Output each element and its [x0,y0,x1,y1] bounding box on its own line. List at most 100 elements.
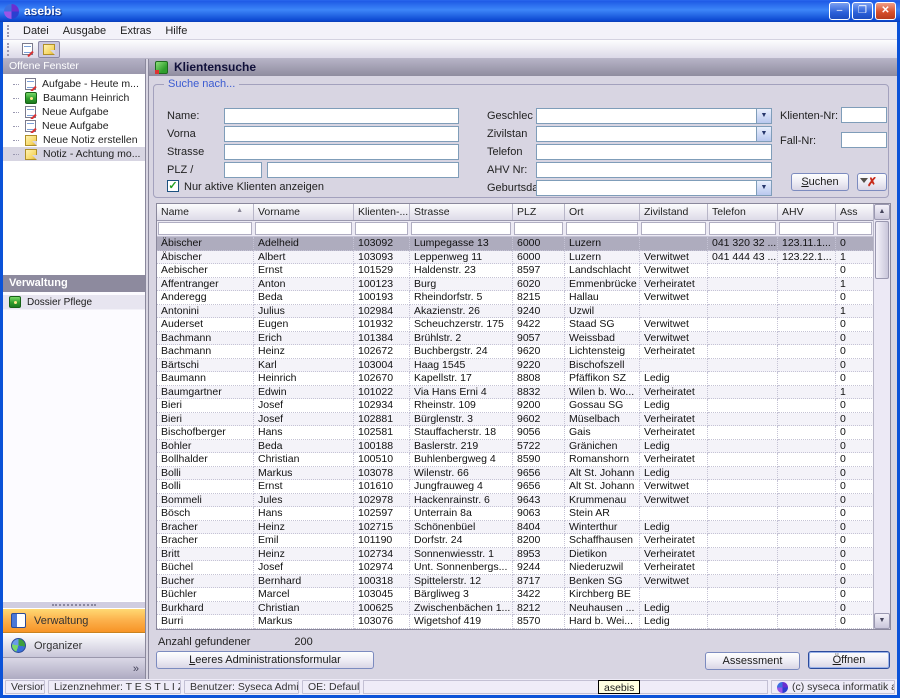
geburtsdatum-select[interactable]: ▼ [536,180,772,196]
ahv-input[interactable] [536,162,772,178]
nav-overflow-button[interactable]: » [3,658,145,679]
suchen-button[interactable]: Suchen [791,173,849,191]
menu-extras[interactable]: Extras [113,23,158,39]
sidebar-item-dossier-pflege[interactable]: Dossier Pflege [3,295,145,310]
sidebar-splitter[interactable] [3,601,145,608]
table-row[interactable]: AffentrangerAnton100123Burg6020Emmenbrüc… [157,278,873,292]
nav-verwaltung-button[interactable]: Verwaltung [3,608,145,633]
titlebar[interactable]: asebis – ❐ ✕ [0,0,900,22]
clear-search-button[interactable]: ✗ [857,173,887,191]
table-row[interactable]: ÄbischerAlbert103093Leppenweg 116000Luze… [157,251,873,265]
table-row[interactable]: AntoniniJulius102984Akazienstr. 269240Uz… [157,305,873,319]
column-header-name[interactable]: Name▲ [157,204,254,220]
klientennr-input[interactable] [841,107,887,123]
table-row[interactable]: BurriMarkus103076Wigetshof 4198570Hard b… [157,615,873,629]
filter-cell[interactable] [513,221,565,236]
column-header-ahv[interactable]: AHV [778,204,836,220]
filter-cell[interactable] [778,221,836,236]
column-header-zivilstand[interactable]: Zivilstand [640,204,708,220]
table-row[interactable]: BüchlerMarcel103045Bärgliweg 33422Kirchb… [157,588,873,602]
column-header-telefon[interactable]: Telefon [708,204,778,220]
column-header-ass[interactable]: Ass [836,204,873,220]
scrollbar-track[interactable] [874,280,890,613]
zivilstand-select[interactable]: ▼ [536,126,772,142]
table-row[interactable]: BolliErnst101610Jungfrauweg 49656Alt St.… [157,480,873,494]
table-row[interactable]: BischofbergerHans102581Stauffacherstr. 1… [157,426,873,440]
plz-input[interactable] [224,162,262,178]
table-row[interactable]: BachmannErich101384Brühlstr. 29057Weissb… [157,332,873,346]
chevron-down-icon[interactable]: ▼ [756,109,771,123]
leeres-administrationsformular-button[interactable]: Leeres Administrationsformular [156,651,374,669]
table-row[interactable]: BärtschiKarl103004Haag 15459220Bischofsz… [157,359,873,373]
menu-ausgabe[interactable]: Ausgabe [56,23,113,39]
table-row[interactable]: BucherBernhard100318Spittelerstr. 128717… [157,575,873,589]
filter-cell[interactable] [565,221,640,236]
table-row[interactable]: AudersetEugen101932Scheuchzerstr. 175942… [157,318,873,332]
geschlecht-select[interactable]: ▼ [536,108,772,124]
column-header-strasse[interactable]: Strasse [410,204,513,220]
column-header-ort[interactable]: Ort [565,204,640,220]
open-window-item[interactable]: Notiz - Achtung mo... [3,147,145,161]
filter-cell[interactable] [254,221,354,236]
open-windows-list: Aufgabe - Heute m...Baumann HeinrichNeue… [3,74,145,174]
table-cell [778,345,836,359]
table-row[interactable]: BurkhardChristian100625Zwischenbächen 1.… [157,602,873,616]
table-row[interactable]: BracherHeinz102715Schönenbüel8404Wintert… [157,521,873,535]
table-row[interactable]: BohlerBeda100188Baslerstr. 2195722Gränic… [157,440,873,454]
table-row[interactable]: BieriJosef102934Rheinstr. 1099200Gossau … [157,399,873,413]
table-row[interactable]: BüchelJosef102974Unt. Sonnenbergs...9244… [157,561,873,575]
table-row[interactable]: BaumannHeinrich102670Kapellstr. 178808Pf… [157,372,873,386]
chevron-down-icon[interactable]: ▼ [756,181,771,195]
column-header-plz[interactable]: PLZ [513,204,565,220]
table-row[interactable]: BommeliJules102978Hackenrainstr. 69643Kr… [157,494,873,508]
scroll-down-icon[interactable]: ▼ [874,613,890,629]
table-row[interactable]: BachmannHeinz102672Buchbergstr. 249620Li… [157,345,873,359]
name-input[interactable] [224,108,459,124]
table-row[interactable]: BöschHans102597Unterrain 8a9063Stein AR0 [157,507,873,521]
close-button[interactable]: ✕ [875,2,896,20]
scroll-up-icon[interactable]: ▲ [874,204,890,220]
strasse-input[interactable] [224,144,459,160]
filter-cell[interactable] [836,221,873,236]
open-window-item[interactable]: Neue Aufgabe [3,119,145,133]
vorname-input[interactable] [224,126,459,142]
table-row[interactable]: ÄbischerAdelheid103092Lumpegasse 136000L… [157,237,873,251]
table-cell: 9057 [513,332,565,346]
table-row[interactable]: BollhalderChristian100510Buhlenbergweg 4… [157,453,873,467]
column-header-klienten[interactable]: Klienten-... [354,204,410,220]
fallnr-input[interactable] [841,132,887,148]
minimize-button[interactable]: – [829,2,850,20]
vertical-scrollbar[interactable]: ▲ ▼ [873,204,890,629]
chevron-down-icon[interactable]: ▼ [756,127,771,141]
nav-organizer-button[interactable]: Organizer [3,633,145,658]
new-task-button[interactable] [16,41,38,58]
table-row[interactable]: BieriJosef102881Bürglenstr. 39602Müselba… [157,413,873,427]
open-window-item[interactable]: Baumann Heinrich [3,91,145,105]
table-cell: Verwitwet [640,575,708,589]
table-row[interactable]: BracherEmil101190Dorfstr. 248200Schaffha… [157,534,873,548]
menu-hilfe[interactable]: Hilfe [158,23,194,39]
filter-cell[interactable] [354,221,410,236]
table-row[interactable]: AndereggBeda100193Rheindorfstr. 58215Hal… [157,291,873,305]
oeffnen-button[interactable]: Öffnen [808,651,890,669]
table-row[interactable]: BolliMarkus103078Wilenstr. 669656Alt St.… [157,467,873,481]
open-window-item[interactable]: Aufgabe - Heute m... [3,77,145,91]
filter-cell[interactable] [640,221,708,236]
assessment-button[interactable]: Assessment [705,652,800,670]
active-clients-checkbox[interactable]: ✓ [167,180,179,192]
open-window-item[interactable]: Neue Notiz erstellen [3,133,145,147]
filter-cell[interactable] [708,221,778,236]
table-row[interactable]: AebischerErnst101529Haldenstr. 238597Lan… [157,264,873,278]
table-row[interactable]: BrittHeinz102734Sonnenwiesstr. 18953Diet… [157,548,873,562]
filter-cell[interactable] [410,221,513,236]
menu-datei[interactable]: Datei [16,23,56,39]
scrollbar-thumb[interactable] [875,221,889,279]
column-header-vorname[interactable]: Vorname [254,204,354,220]
filter-cell[interactable] [157,221,254,236]
telefon-input[interactable] [536,144,772,160]
table-row[interactable]: BaumgartnerEdwin101022Via Hans Erni 4883… [157,386,873,400]
restore-button[interactable]: ❐ [852,2,873,20]
new-note-button[interactable] [38,41,60,58]
ort-input[interactable] [267,162,459,178]
open-window-item[interactable]: Neue Aufgabe [3,105,145,119]
